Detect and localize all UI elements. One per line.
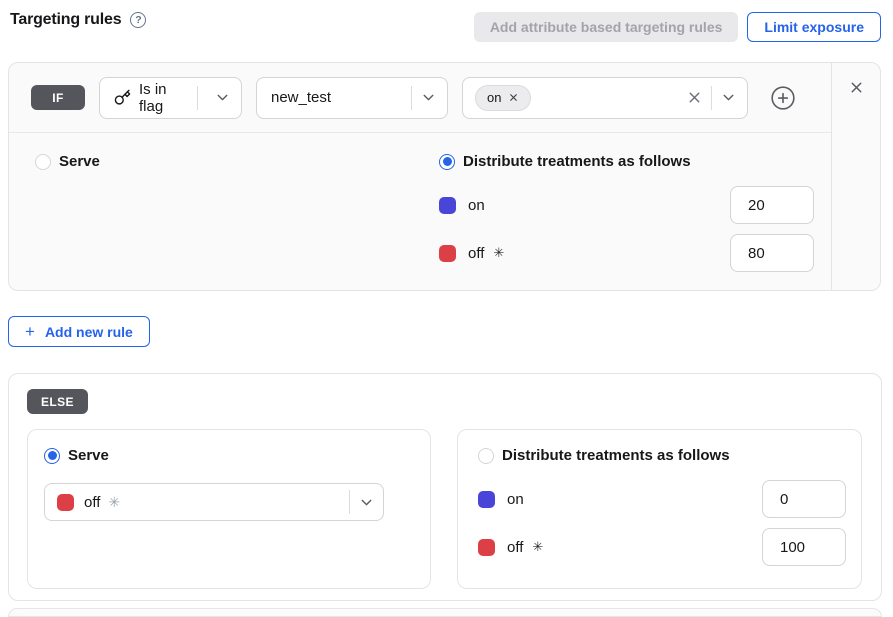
treatment-name: off [84, 494, 100, 511]
plus-icon: + [25, 323, 35, 340]
treatment-row: on [439, 186, 814, 224]
selected-treatment-tag[interactable]: on [475, 85, 531, 111]
default-marker: ✳ [493, 245, 504, 261]
default-rule-options: Serve off ✳ Distribute treatments as fol… [27, 429, 862, 589]
radio-checked[interactable] [439, 154, 455, 170]
default-distribute-radio[interactable]: Distribute treatments as follows [478, 447, 846, 464]
rule-main: IF Is in flag new_test [9, 63, 831, 290]
chevron-down-icon [720, 89, 737, 106]
clear-selection-icon[interactable] [686, 89, 703, 106]
matcher-select[interactable]: Is in flag [99, 77, 242, 119]
add-new-rule-button[interactable]: + Add new rule [8, 316, 150, 347]
limit-exposure-button[interactable]: Limit exposure [747, 12, 881, 42]
default-serve-card: Serve off ✳ [27, 429, 431, 589]
flag-value: new_test [271, 89, 331, 106]
remove-tag-icon[interactable] [508, 92, 519, 103]
divider [349, 490, 350, 514]
treatment-on-swatch [478, 491, 495, 508]
title-wrap: Targeting rules ? [10, 11, 146, 29]
treatment-on-swatch [439, 197, 456, 214]
add-attribute-rules-button[interactable]: Add attribute based targeting rules [474, 12, 739, 42]
help-icon[interactable]: ? [130, 12, 146, 28]
percentage-input[interactable] [730, 234, 814, 272]
distribute-radio[interactable]: Distribute treatments as follows [439, 153, 814, 170]
distribute-label: Distribute treatments as follows [502, 447, 730, 464]
serve-radio[interactable]: Serve [35, 153, 439, 170]
rule-side-panel [831, 63, 880, 290]
percentage-input[interactable] [730, 186, 814, 224]
chevron-down-icon [358, 494, 375, 511]
divider [411, 86, 412, 110]
tag-label: on [487, 90, 501, 105]
treatment-name: off [468, 245, 484, 262]
delete-rule-icon[interactable] [848, 79, 865, 96]
default-distribute-card: Distribute treatments as follows on off … [457, 429, 862, 589]
default-serve-radio[interactable]: Serve [44, 447, 414, 464]
add-condition-icon[interactable] [770, 85, 796, 111]
divider [197, 86, 198, 110]
distribute-option: Distribute treatments as follows on off … [439, 133, 831, 290]
serve-label: Serve [68, 447, 109, 464]
treatment-off-swatch [57, 494, 74, 511]
treatment-off-swatch [439, 245, 456, 262]
percentage-input[interactable] [762, 528, 846, 566]
default-marker: ✳ [108, 494, 120, 511]
header-actions: Add attribute based targeting rules Limi… [474, 12, 881, 42]
radio-checked[interactable] [44, 448, 60, 464]
chevron-down-icon [420, 89, 437, 106]
serve-label: Serve [59, 153, 100, 170]
radio-unchecked[interactable] [478, 448, 494, 464]
add-new-rule-label: Add new rule [45, 324, 133, 340]
treatment-name: on [468, 197, 485, 214]
default-treatment-select[interactable]: off ✳ [44, 483, 384, 521]
default-rule-card: ELSE Serve off ✳ Distribute treatments [8, 373, 882, 601]
treatment-row: off ✳ [478, 528, 846, 566]
treatment-row: off ✳ [439, 234, 814, 272]
serve-area: Serve Distribute treatments as follows o… [9, 133, 831, 290]
radio-unchecked[interactable] [35, 154, 51, 170]
if-badge: IF [31, 85, 85, 110]
chevron-down-icon [214, 89, 231, 106]
serve-option: Serve [9, 133, 439, 290]
targeting-rule-card: IF Is in flag new_test [8, 62, 881, 291]
next-section-top-edge [8, 608, 882, 617]
distribute-label: Distribute treatments as follows [463, 153, 691, 170]
treatments-multiselect[interactable]: on [462, 77, 748, 119]
key-icon [114, 89, 131, 106]
percentage-input[interactable] [762, 480, 846, 518]
treatment-row: on [478, 480, 846, 518]
treatment-off-swatch [478, 539, 495, 556]
treatment-name: off [507, 539, 523, 556]
flag-select[interactable]: new_test [256, 77, 448, 119]
condition-row: IF Is in flag new_test [9, 63, 831, 133]
page-title: Targeting rules [10, 11, 121, 29]
divider [711, 86, 712, 110]
default-marker: ✳ [532, 539, 543, 555]
else-badge: ELSE [27, 389, 88, 414]
targeting-rules-header: Targeting rules ? Add attribute based ta… [0, 0, 893, 44]
treatment-name: on [507, 491, 524, 508]
matcher-value: Is in flag [139, 81, 173, 115]
